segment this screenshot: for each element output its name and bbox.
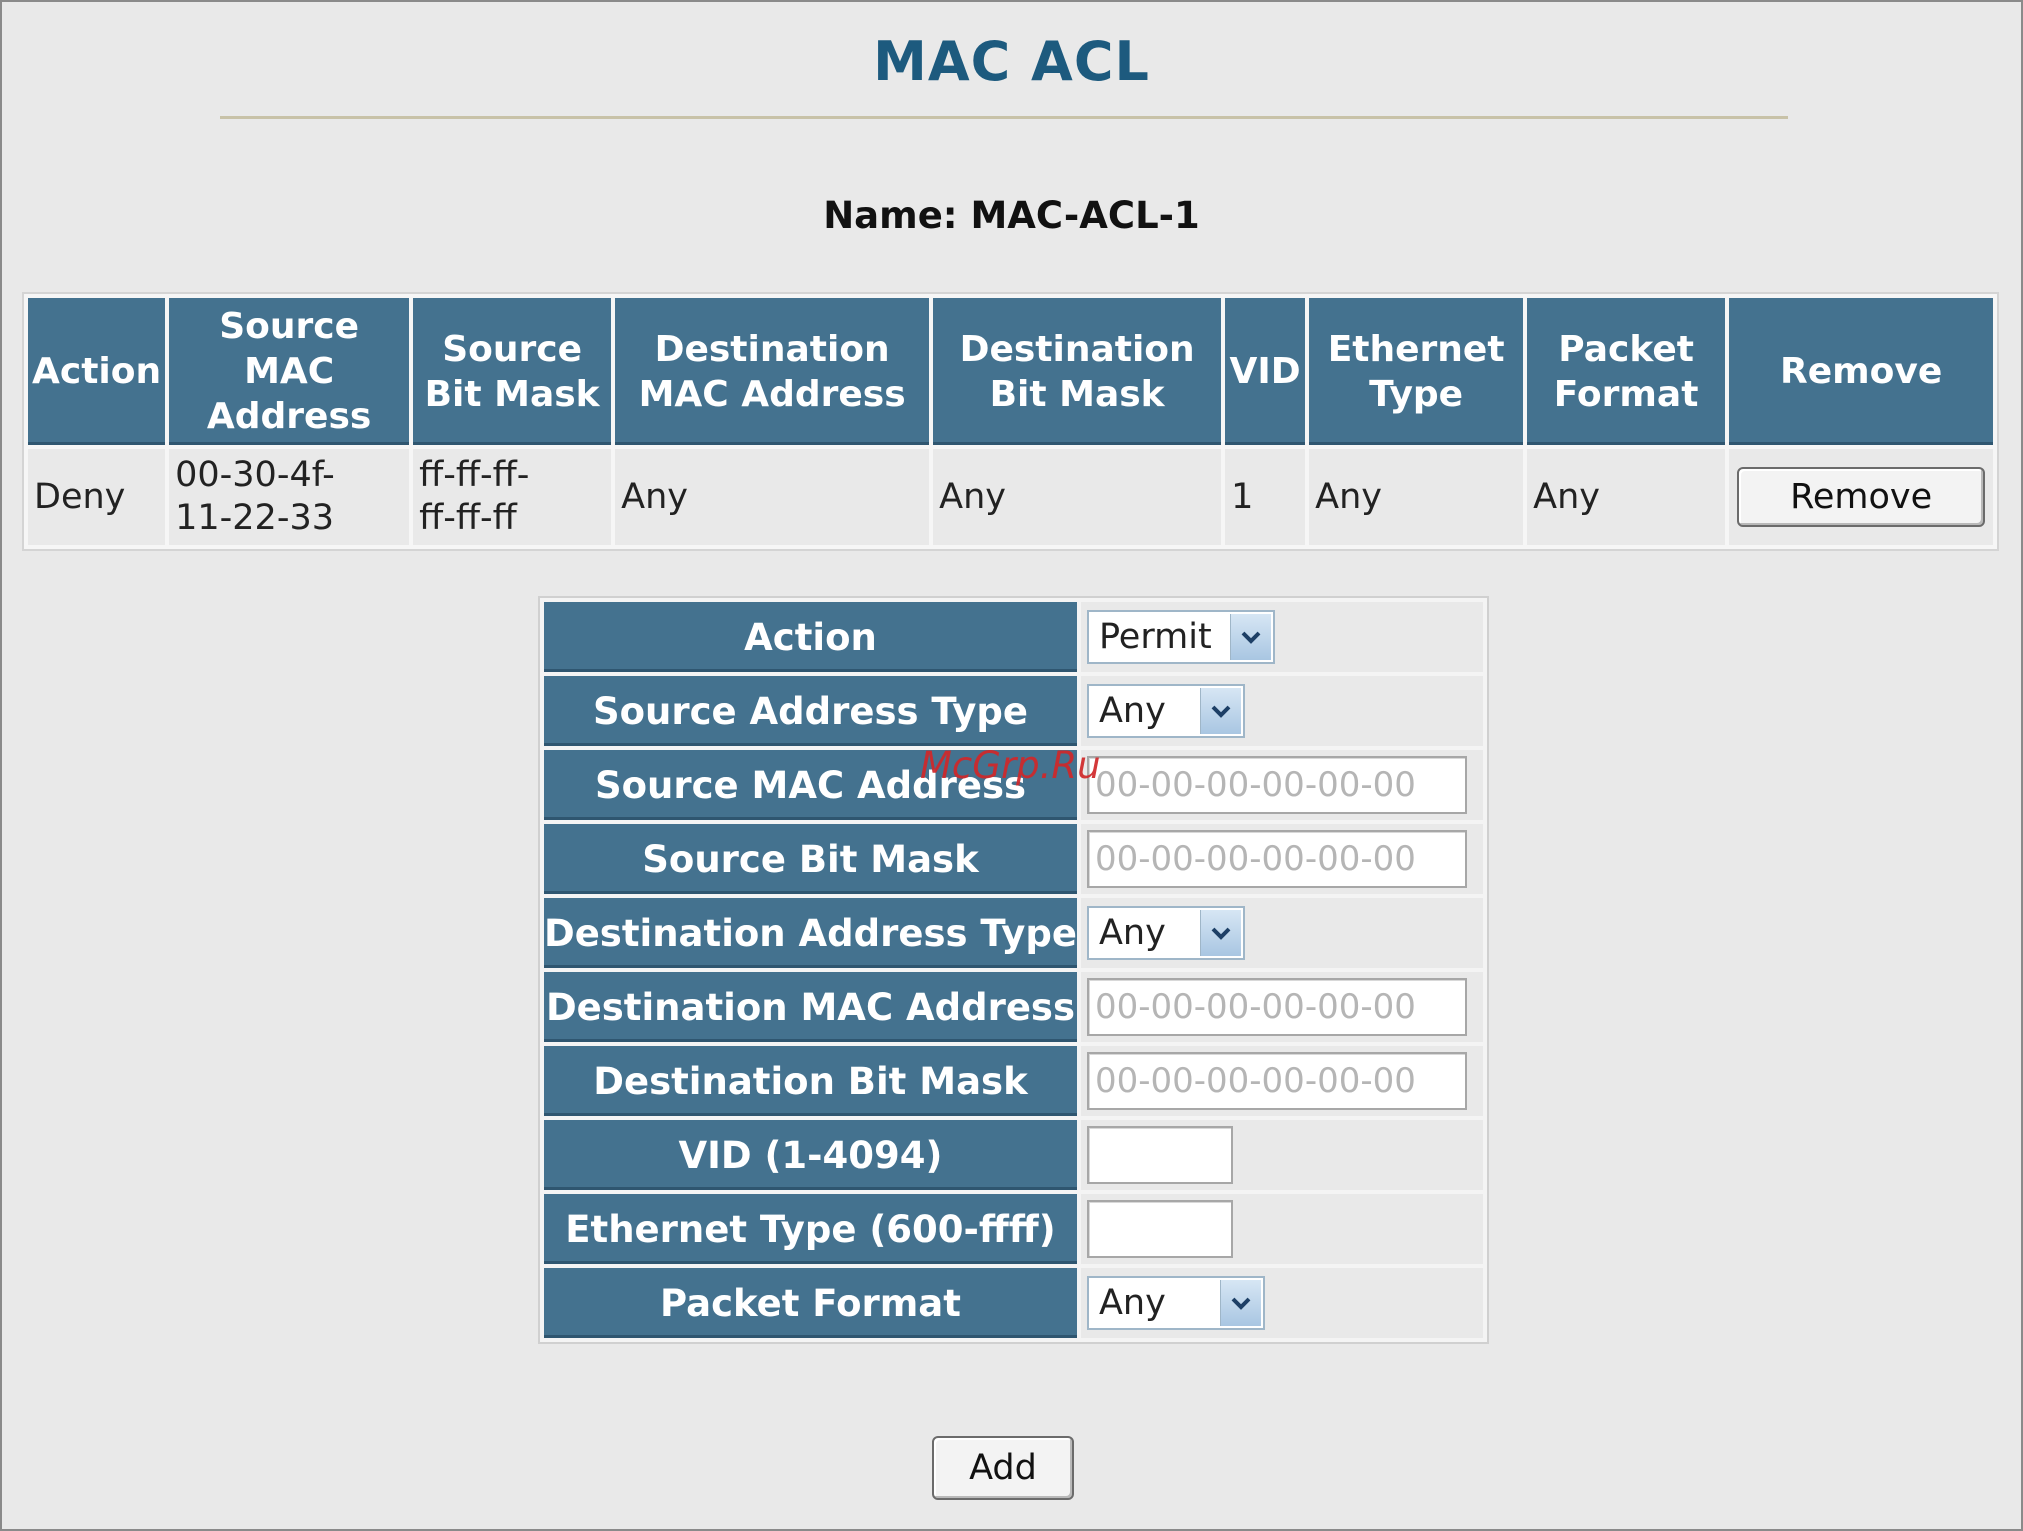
- col-dest-mask: Destination Bit Mask: [933, 298, 1222, 445]
- form-row-action: Action Permit: [544, 602, 1483, 672]
- cell-dest-mask: Any: [933, 449, 1222, 545]
- remove-button[interactable]: Remove: [1737, 467, 1986, 527]
- col-dest-mask-label: Destination Bit Mask: [959, 328, 1195, 415]
- cell-ethernet-type: Any: [1309, 449, 1524, 545]
- col-action: Action: [28, 298, 166, 445]
- src-addr-type-label: Source Address Type: [544, 676, 1077, 746]
- cell-source-mac-line2: 11-22-33: [175, 498, 334, 538]
- vid-cell: [1080, 1120, 1483, 1190]
- form-row-dst-mac: Destination MAC Address: [544, 972, 1483, 1042]
- cell-source-mac: 00-30-4f- 11-22-33: [169, 449, 410, 545]
- dst-mask-input[interactable]: [1086, 1052, 1467, 1110]
- cell-vid: 1: [1225, 449, 1306, 545]
- chevron-down-icon: [1219, 1280, 1261, 1326]
- dst-addr-type-cell: Any: [1080, 898, 1483, 968]
- src-addr-type-value: Any: [1098, 691, 1166, 731]
- rules-table-header: Action Source MAC Address Source Bit Mas…: [28, 298, 1994, 445]
- dst-mask-cell: [1080, 1046, 1483, 1116]
- col-source-mac-label: Source MAC Address: [206, 306, 372, 437]
- eth-type-cell: [1080, 1194, 1483, 1264]
- acl-name: Name: MAC-ACL-1: [823, 194, 1200, 237]
- col-dest-mac: Destination MAC Address: [615, 298, 930, 445]
- src-mask-input[interactable]: [1086, 830, 1467, 888]
- chevron-down-icon: [1199, 910, 1241, 956]
- src-mac-cell: [1080, 750, 1483, 820]
- action-label: Action: [544, 602, 1077, 672]
- dst-addr-type-label: Destination Address Type: [544, 898, 1077, 968]
- src-mask-cell: [1080, 824, 1483, 894]
- add-rule-form: Action Permit Source Address Type Any So…: [540, 598, 1487, 1342]
- cell-source-mask-line2: ff-ff-ff: [419, 498, 517, 538]
- pkt-format-label: Packet Format: [544, 1268, 1077, 1338]
- col-ethernet-type-label: Ethernet Type: [1327, 328, 1505, 415]
- form-row-eth-type: Ethernet Type (600-ffff): [544, 1194, 1483, 1264]
- watermark: McGrp.Ru: [920, 744, 1101, 787]
- src-addr-type-select[interactable]: Any: [1086, 684, 1245, 738]
- page-title: MAC ACL: [873, 30, 1150, 93]
- cell-action: Deny: [28, 449, 166, 545]
- col-source-mask-label: Source Bit Mask: [424, 328, 600, 415]
- src-addr-type-cell: Any: [1080, 676, 1483, 746]
- src-mac-input[interactable]: [1086, 756, 1467, 814]
- action-cell: Permit: [1080, 602, 1483, 672]
- pkt-format-cell: Any: [1080, 1268, 1483, 1338]
- chevron-down-icon: [1229, 614, 1271, 660]
- form-row-dst-mask: Destination Bit Mask: [544, 1046, 1483, 1116]
- eth-type-label: Ethernet Type (600-ffff): [544, 1194, 1077, 1264]
- col-source-mask: Source Bit Mask: [413, 298, 612, 445]
- col-ethernet-type: Ethernet Type: [1309, 298, 1524, 445]
- col-source-mac: Source MAC Address: [169, 298, 410, 445]
- cell-source-mask-line1: ff-ff-ff-: [419, 455, 530, 495]
- pkt-format-value: Any: [1098, 1283, 1166, 1323]
- vid-input[interactable]: [1086, 1126, 1233, 1184]
- form-row-vid: VID (1-4094): [544, 1120, 1483, 1190]
- cell-source-mac-line1: 00-30-4f-: [175, 455, 335, 495]
- col-packet-format: Packet Format: [1527, 298, 1726, 445]
- rules-table: Action Source MAC Address Source Bit Mas…: [24, 294, 1998, 549]
- form-row-pkt-format: Packet Format Any: [544, 1268, 1483, 1338]
- form-row-src-mask: Source Bit Mask: [544, 824, 1483, 894]
- form-row-src-addr-type: Source Address Type Any: [544, 676, 1483, 746]
- dst-mac-label: Destination MAC Address: [544, 972, 1077, 1042]
- dst-mac-cell: [1080, 972, 1483, 1042]
- col-remove: Remove: [1729, 298, 1994, 445]
- cell-dest-mac: Any: [615, 449, 930, 545]
- eth-type-input[interactable]: [1086, 1200, 1233, 1258]
- dst-mask-label: Destination Bit Mask: [544, 1046, 1077, 1116]
- dst-addr-type-value: Any: [1098, 913, 1166, 953]
- add-button[interactable]: Add: [932, 1436, 1074, 1500]
- action-select[interactable]: Permit: [1086, 610, 1275, 664]
- form-row-dst-addr-type: Destination Address Type Any: [544, 898, 1483, 968]
- col-vid: VID: [1225, 298, 1306, 445]
- table-row: Deny 00-30-4f- 11-22-33 ff-ff-ff- ff-ff-…: [28, 449, 1994, 545]
- col-packet-format-label: Packet Format: [1553, 328, 1699, 415]
- action-select-value: Permit: [1098, 617, 1212, 657]
- cell-remove: Remove: [1729, 449, 1994, 545]
- src-mask-label: Source Bit Mask: [544, 824, 1077, 894]
- pkt-format-select[interactable]: Any: [1086, 1276, 1265, 1330]
- cell-packet-format: Any: [1527, 449, 1726, 545]
- col-dest-mac-label: Destination MAC Address: [638, 328, 906, 415]
- chevron-down-icon: [1199, 688, 1241, 734]
- dst-mac-input[interactable]: [1086, 978, 1467, 1036]
- dst-addr-type-select[interactable]: Any: [1086, 906, 1245, 960]
- title-divider: [220, 116, 1788, 119]
- cell-source-mask: ff-ff-ff- ff-ff-ff: [413, 449, 612, 545]
- vid-label: VID (1-4094): [544, 1120, 1077, 1190]
- page-frame: MAC ACL Name: MAC-ACL-1 Action Source MA…: [0, 0, 2023, 1531]
